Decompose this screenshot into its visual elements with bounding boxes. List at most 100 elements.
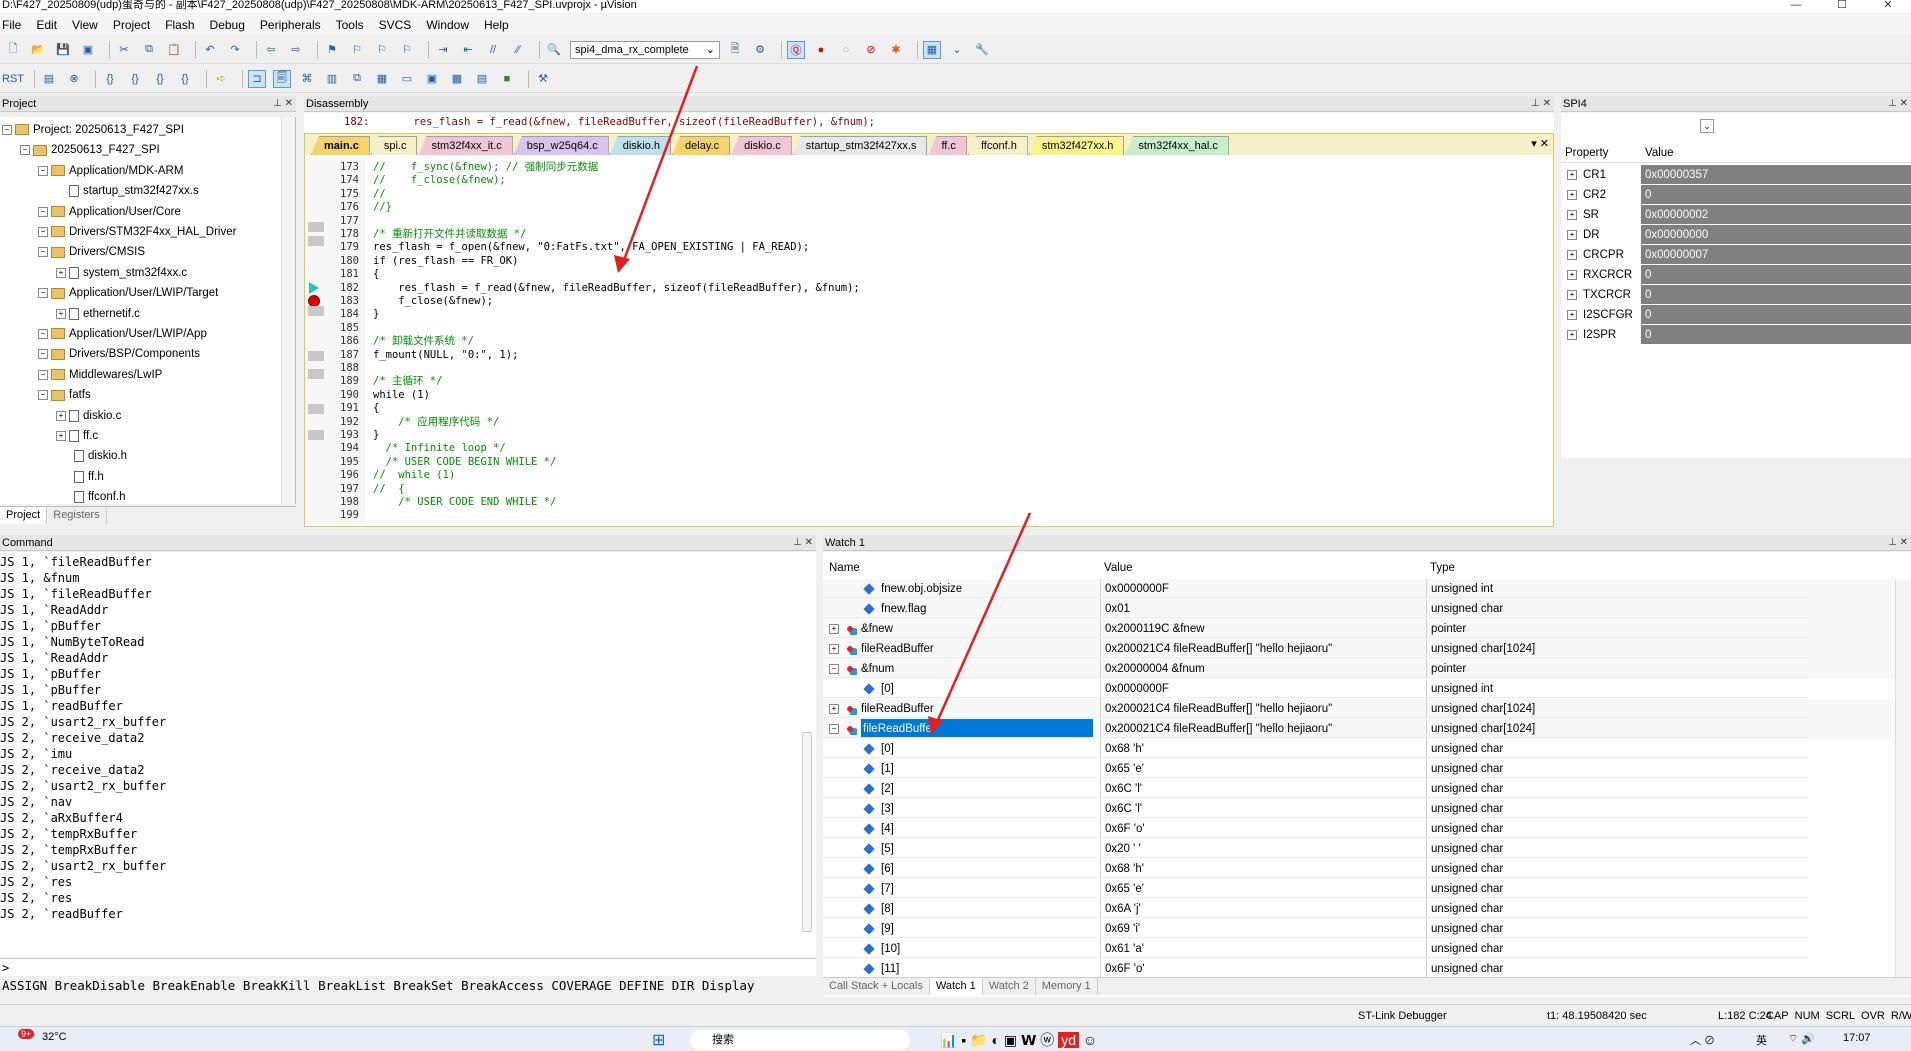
- disable-breakpoints-icon[interactable]: ⊘: [862, 41, 880, 59]
- copy-icon[interactable]: ⧉: [140, 41, 158, 59]
- tree-item[interactable]: + ethernetif.c: [56, 304, 140, 324]
- expand-toggle-icon[interactable]: −: [2, 124, 12, 135]
- menu-item-flash[interactable]: Flash: [165, 18, 194, 32]
- find-in-files-icon[interactable]: 🔍: [545, 41, 563, 59]
- expand-toggle-icon[interactable]: +: [56, 267, 66, 278]
- pin-icon[interactable]: ⊥ ✕: [1888, 96, 1908, 112]
- find-icon[interactable]: 🗎: [726, 41, 744, 59]
- watch-value[interactable]: 0x01: [1100, 599, 1426, 618]
- watch-value[interactable]: 0x200021C4 fileReadBuffer[] "hello hejia…: [1100, 699, 1426, 718]
- tab-bsp_w25q64-c[interactable]: bsp_w25q64.c: [513, 136, 609, 155]
- menu-item-edit[interactable]: Edit: [36, 18, 57, 32]
- unindent-icon[interactable]: ⇤: [459, 41, 477, 59]
- run-icon[interactable]: ▤: [40, 70, 58, 88]
- tab-main-c[interactable]: main.c: [311, 136, 370, 155]
- chevron-down-icon[interactable]: ⌄: [1700, 119, 1714, 133]
- expand-toggle-icon[interactable]: −: [38, 247, 48, 258]
- tab-diskio-h[interactable]: diskio.h: [609, 136, 672, 155]
- stop-icon[interactable]: ⊗: [65, 70, 83, 88]
- taskbar-search[interactable]: 搜索: [690, 1030, 910, 1050]
- tree-item[interactable]: diskio.h: [74, 446, 127, 466]
- tab-project[interactable]: Project: [0, 507, 48, 524]
- register-value[interactable]: 0x00000007: [1641, 245, 1911, 264]
- tree-item[interactable]: + system_stm32f4xx.c: [56, 263, 187, 283]
- kill-breakpoints-icon[interactable]: ✱: [887, 41, 905, 59]
- watch-row[interactable]: [9] 0x69 'i' unsigned char: [823, 919, 1911, 939]
- tree-item[interactable]: + diskio.c: [56, 406, 121, 426]
- disassembly-window-icon[interactable]: 🗐: [273, 69, 291, 88]
- expand-toggle-icon[interactable]: +: [829, 643, 839, 654]
- watch-row[interactable]: + &fnew 0x2000119C &fnew pointer: [823, 619, 1911, 639]
- show-next-statement-icon[interactable]: ➪: [212, 70, 230, 88]
- command-window-icon[interactable]: ⊐: [248, 69, 266, 88]
- spi4-register-row[interactable]: + CRCPR 0x00000007: [1561, 245, 1911, 265]
- expand-toggle-icon[interactable]: −: [38, 226, 48, 237]
- system-viewer-icon[interactable]: ■: [498, 70, 516, 88]
- watch-row[interactable]: [0] 0x0000000F unsigned int: [823, 679, 1911, 699]
- menu-item-peripherals[interactable]: Peripherals: [260, 18, 321, 32]
- insert-breakpoint-icon[interactable]: ●: [812, 41, 830, 59]
- menu-item-window[interactable]: Window: [426, 18, 469, 32]
- tree-item[interactable]: − Application/User/LWIP/Target: [38, 283, 218, 303]
- command-scrollbar[interactable]: [802, 732, 812, 932]
- indent-icon[interactable]: ⇥: [434, 41, 452, 59]
- serial-window-icon[interactable]: ▣: [423, 70, 441, 88]
- expand-toggle-icon[interactable]: +: [1567, 310, 1577, 320]
- menu-item-project[interactable]: Project: [113, 18, 150, 32]
- close-window-button[interactable]: ✕: [1865, 0, 1911, 13]
- tab-stm32f4xx_it-c[interactable]: stm32f4xx_it.c: [418, 136, 513, 155]
- menu-item-debug[interactable]: Debug: [210, 18, 245, 32]
- bookmark-clear-icon[interactable]: ⚐: [398, 41, 416, 59]
- watch-row[interactable]: [3] 0x6C 'l' unsigned char: [823, 799, 1911, 819]
- tree-item[interactable]: − Drivers/CMSIS: [38, 242, 145, 262]
- watch-row[interactable]: [2] 0x6C 'l' unsigned char: [823, 779, 1911, 799]
- weather-temp[interactable]: 32°C: [42, 1031, 67, 1043]
- tab-stm32f427xx-h[interactable]: stm32f427xx.h: [1028, 136, 1125, 155]
- maximize-button[interactable]: ☐: [1819, 0, 1865, 13]
- spi4-register-row[interactable]: + CR1 0x00000357: [1561, 165, 1911, 185]
- spi4-register-row[interactable]: + SR 0x00000002: [1561, 205, 1911, 225]
- watch-value[interactable]: 0x6C 'l': [1100, 779, 1426, 798]
- expand-toggle-icon[interactable]: −: [38, 328, 48, 339]
- tab-ff-c[interactable]: ff.c: [928, 136, 967, 155]
- register-value[interactable]: 0: [1641, 305, 1911, 324]
- menu-item-svcs[interactable]: SVCS: [379, 18, 412, 32]
- spi4-register-row[interactable]: + RXCRCR 0: [1561, 265, 1911, 285]
- tab-stm32f4xx_hal-c[interactable]: stm32f4xx_hal.c: [1125, 136, 1229, 155]
- menu-item-file[interactable]: File: [2, 18, 21, 32]
- save-icon[interactable]: 💾: [54, 41, 72, 59]
- tree-item[interactable]: − 20250613_F427_SPI: [20, 140, 160, 160]
- tree-item[interactable]: ffconf.h: [74, 487, 126, 504]
- watch-value[interactable]: 0x65 'e': [1100, 879, 1426, 898]
- spi4-register-row[interactable]: + I2SCFGR 0: [1561, 305, 1911, 325]
- expand-toggle-icon[interactable]: −: [38, 288, 48, 299]
- watch-value[interactable]: 0x0000000F: [1100, 679, 1426, 698]
- tree-item[interactable]: − Project: 20250613_F427_SPI: [2, 120, 184, 140]
- menu-item-tools[interactable]: Tools: [336, 18, 364, 32]
- watch-row[interactable]: [4] 0x6F 'o' unsigned char: [823, 819, 1911, 839]
- toolbox-icon[interactable]: ⚒: [534, 70, 552, 88]
- nav-forward-icon[interactable]: ⇨: [287, 41, 305, 59]
- watch-value[interactable]: 0x6F 'o': [1100, 819, 1426, 838]
- spi4-register-row[interactable]: + DR 0x00000000: [1561, 225, 1911, 245]
- run-to-cursor-icon[interactable]: {}: [176, 70, 194, 88]
- ime-indicator[interactable]: 英: [1756, 1032, 1767, 1048]
- expand-toggle-icon[interactable]: +: [56, 430, 66, 441]
- watch-row[interactable]: + fileReadBuffer 0x200021C4 fileReadBuffer…: [823, 639, 1911, 659]
- expand-toggle-icon[interactable]: +: [56, 308, 66, 319]
- tree-item[interactable]: − Drivers/BSP/Components: [38, 344, 200, 364]
- tray-icons[interactable]: ︿ ⊘: [1690, 1032, 1715, 1048]
- tab-registers[interactable]: Registers: [47, 507, 107, 524]
- expand-toggle-icon[interactable]: −: [829, 723, 839, 734]
- tree-item[interactable]: ff.h: [74, 467, 104, 487]
- watch-row[interactable]: − &fnum 0x20000004 &fnum pointer: [823, 659, 1911, 679]
- window-layout-icon[interactable]: ▦: [923, 40, 941, 59]
- bookmark-icon[interactable]: ⚑: [323, 41, 341, 59]
- command-input[interactable]: >: [0, 958, 816, 976]
- comment-icon[interactable]: //: [484, 41, 502, 59]
- menu-item-view[interactable]: View: [72, 18, 98, 32]
- tab-ffconf-h[interactable]: ffconf.h: [967, 136, 1028, 155]
- nav-back-icon[interactable]: ⇦: [262, 41, 280, 59]
- bookmark-next-icon[interactable]: ⚐: [373, 41, 391, 59]
- watch-window-icon[interactable]: ▦: [373, 70, 391, 88]
